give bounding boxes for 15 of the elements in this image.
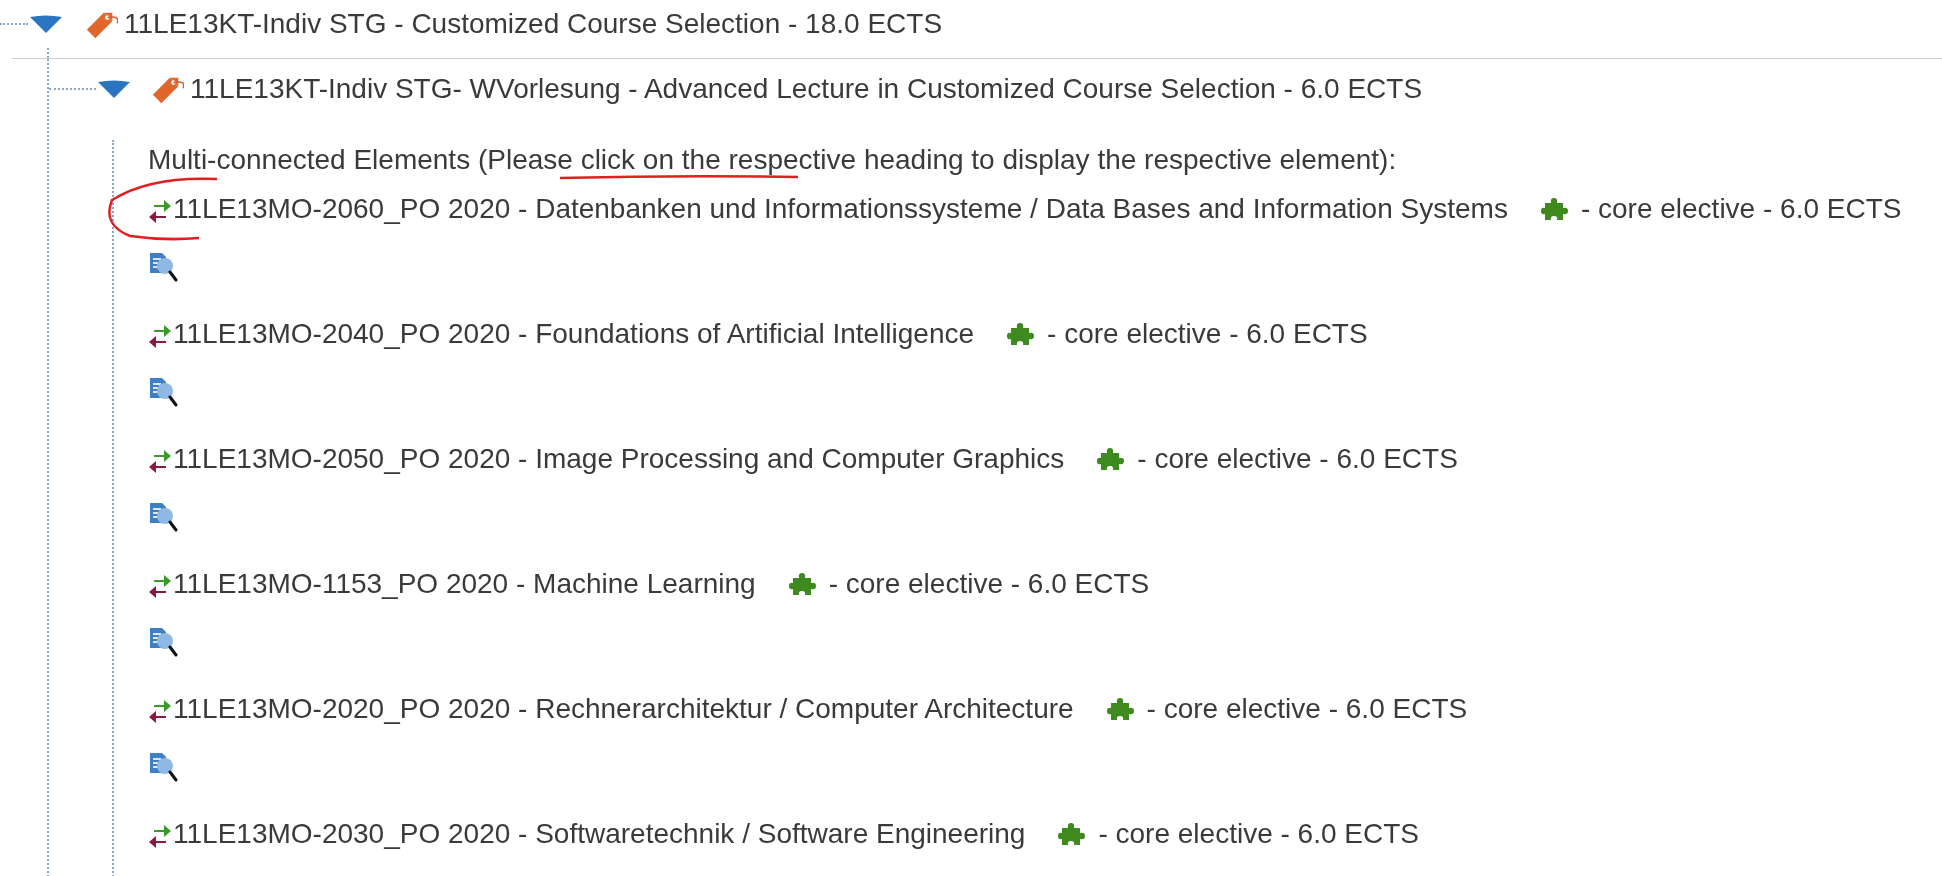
element-category: - core elective - 6.0 ECTS <box>1137 442 1458 476</box>
tree-node-label[interactable]: 11LE13KT-Indiv STG- WVorlesung - Advanced Lecture in Customized Course Selection - 6.0 ECTS <box>190 68 1423 110</box>
element-title-link[interactable]: 11LE13MO-2030_PO 2020 - Softwaretechnik / Software Engineering <box>173 813 1026 855</box>
element-category: - core elective - 6.0 ECTS <box>1098 817 1419 851</box>
element-category: - core elective - 6.0 ECTS <box>1580 192 1902 226</box>
element-title-link[interactable]: 11LE13MO-1153_PO 2020 - Machine Learning <box>173 563 756 605</box>
tree-node-label[interactable]: 11LE13KT-Indiv STG - Customized Course Selection - 18.0 ECTS <box>124 3 943 45</box>
element-category: - core elective - 6.0 ECTS <box>1146 692 1468 726</box>
element-category: - core elective - 6.0 ECTS <box>1047 317 1368 351</box>
element-title-link[interactable]: 11LE13MO-2040_PO 2020 - Foundations of Artificial Intelligence <box>173 313 975 355</box>
instruction-text: Multi-connected Elements (Please click on the respective heading to display the respective element): <box>148 146 1397 174</box>
element-title-link[interactable]: 11LE13MO-2020_PO 2020 - Rechnerarchitektur / Computer Architecture <box>173 688 1074 730</box>
element-category: - core elective - 6.0 ECTS <box>828 567 1150 601</box>
element-title-link[interactable]: 11LE13MO-2060_PO 2020 - Datenbanken und Informationssysteme / Data Bases and Information Systems <box>173 188 1508 230</box>
element-title-link[interactable]: 11LE13MO-2050_PO 2020 - Image Processing and Computer Graphics <box>173 438 1065 480</box>
